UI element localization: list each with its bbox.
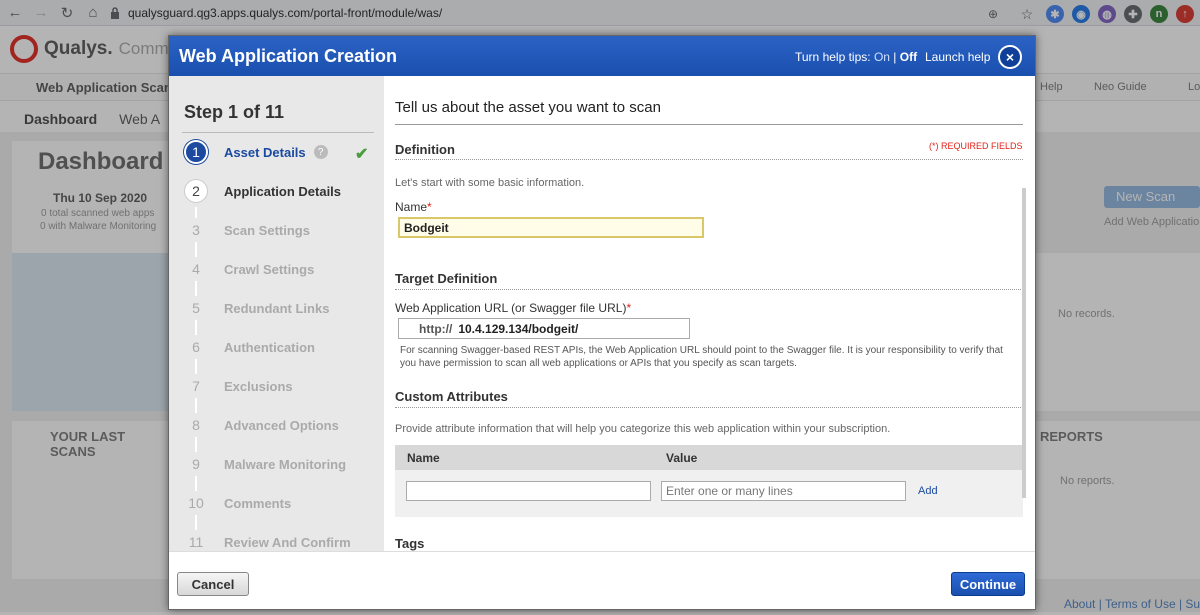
web-app-creation-dialog: Web Application Creation Turn help tips:…	[168, 35, 1036, 610]
section-divider	[395, 407, 1023, 408]
step-label: Advanced Options	[224, 417, 339, 433]
column-value: Value	[666, 451, 698, 465]
step-exclusions[interactable]: 7 Exclusions	[184, 373, 293, 399]
step-number: 5	[184, 296, 208, 320]
step-scan-settings[interactable]: 3 Scan Settings	[184, 217, 310, 243]
step-advanced-options[interactable]: 8 Advanced Options	[184, 412, 339, 438]
checkmark-icon: ✔	[355, 146, 369, 163]
definition-hint: Let's start with some basic information.	[395, 177, 585, 189]
attribute-value-input[interactable]: Enter one or many lines	[661, 481, 906, 501]
target-definition-heading: Target Definition	[395, 271, 498, 286]
info-icon[interactable]: ?	[313, 145, 328, 159]
definition-heading: Definition	[395, 142, 455, 157]
continue-button[interactable]: Continue	[951, 572, 1025, 596]
step-comments[interactable]: 10 Comments	[184, 490, 291, 516]
custom-attributes-table: Name Value Enter one or many lines Add	[395, 445, 1023, 517]
add-attribute-link[interactable]: Add	[918, 485, 938, 497]
name-label: Name*	[395, 200, 432, 214]
section-divider	[395, 159, 1023, 160]
help-tips-off[interactable]: Off	[900, 50, 917, 64]
step-review-and-confirm[interactable]: 11 Review And Confirm	[184, 529, 351, 551]
step-authentication[interactable]: 6 Authentication	[184, 334, 315, 360]
content-scrollbar[interactable]	[1022, 188, 1026, 498]
url-label: Web Application URL (or Swagger file URL…	[395, 301, 631, 315]
required-fields-note: (*) REQUIRED FIELDS	[929, 141, 1023, 151]
step-counter: Step 1 of 11	[184, 102, 285, 122]
step-label: Review And Confirm	[224, 534, 351, 550]
wizard-content: Tell us about the asset you want to scan…	[384, 76, 1035, 551]
name-label-text: Name	[395, 200, 428, 214]
step-label: Redundant Links	[224, 300, 330, 316]
web-app-url-input[interactable]: http:// 10.4.129.134/bodgeit/	[398, 318, 690, 339]
dialog-title: Web Application Creation	[179, 46, 398, 66]
step-label: Comments	[224, 495, 292, 511]
name-input[interactable]: Bodgeit	[398, 217, 704, 238]
step-number: 7	[184, 374, 208, 398]
title-divider	[395, 124, 1023, 125]
step-label: Malware Monitoring	[224, 456, 347, 472]
step-redundant-links[interactable]: 5 Redundant Links	[184, 295, 329, 321]
tags-heading: Tags	[395, 536, 425, 551]
step-number: 10	[184, 491, 208, 515]
table-header: Name Value	[395, 445, 1023, 470]
url-label-text: Web Application URL (or Swagger file URL…	[395, 301, 627, 315]
help-tips-on[interactable]: On	[874, 50, 890, 64]
step-crawl-settings[interactable]: 4 Crawl Settings	[184, 256, 314, 282]
custom-attributes-hint: Provide attribute information that will …	[395, 423, 891, 435]
step-number: 1	[184, 140, 208, 164]
step-label: Authentication	[224, 339, 315, 355]
form-title: Tell us about the asset you want to scan	[395, 99, 661, 116]
step-number: 2	[184, 179, 208, 203]
close-icon[interactable]: ×	[998, 45, 1022, 69]
step-divider	[182, 132, 374, 133]
step-label: Scan Settings	[224, 222, 310, 238]
step-label: Exclusions	[224, 378, 293, 394]
custom-attributes-heading: Custom Attributes	[395, 389, 508, 404]
step-number: 3	[184, 218, 208, 242]
wizard-steps-sidebar: Step 1 of 11 1 Asset Details ? ✔ 2 Appli…	[169, 76, 384, 551]
cancel-button[interactable]: Cancel	[177, 572, 249, 596]
attribute-name-input[interactable]	[406, 481, 651, 501]
required-asterisk: *	[427, 200, 432, 214]
help-tips-toggle: Turn help tips: On | Off	[795, 50, 917, 64]
step-label: Asset Details	[224, 144, 306, 160]
step-asset-details[interactable]: 1 Asset Details ?	[184, 139, 328, 165]
url-protocol: http://	[419, 321, 453, 336]
dialog-footer: Cancel Continue	[169, 551, 1035, 609]
url-help-text: For scanning Swagger-based REST APIs, th…	[400, 345, 1003, 369]
step-label: Application Details	[224, 183, 342, 199]
url-value: 10.4.129.134/bodgeit/	[458, 321, 579, 336]
step-number: 8	[184, 413, 208, 437]
step-application-details[interactable]: 2 Application Details	[184, 178, 341, 204]
step-label: Crawl Settings	[224, 261, 315, 277]
section-divider	[395, 289, 1023, 290]
launch-help-link[interactable]: Launch help	[925, 50, 990, 64]
step-number: 9	[184, 452, 208, 476]
required-asterisk: *	[626, 301, 632, 315]
step-malware-monitoring[interactable]: 9 Malware Monitoring	[184, 451, 346, 477]
step-number: 11	[184, 530, 208, 551]
help-tips-separator: |	[893, 50, 897, 64]
column-name: Name	[407, 451, 440, 465]
step-number: 6	[184, 335, 208, 359]
dialog-header: Web Application Creation Turn help tips:…	[169, 36, 1035, 76]
step-number: 4	[184, 257, 208, 281]
help-tips-label: Turn help tips:	[795, 50, 871, 64]
